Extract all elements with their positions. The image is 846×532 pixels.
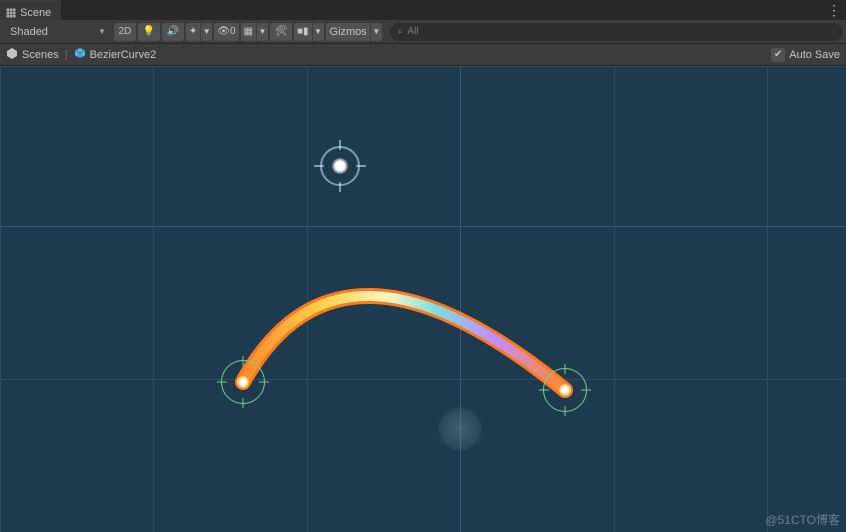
chevron-down-icon: ▼ bbox=[256, 23, 268, 41]
camera-gizmo[interactable] bbox=[438, 407, 482, 451]
prefab-icon bbox=[74, 47, 86, 62]
fx-icon: ✦ bbox=[189, 26, 197, 37]
control-point-start[interactable] bbox=[221, 360, 265, 404]
btn-skybox[interactable]: 👁0 bbox=[214, 23, 238, 41]
search-icon: ⌕ bbox=[398, 26, 404, 37]
lightbulb-icon: 💡 bbox=[143, 26, 155, 37]
camera-icon: ■▮ bbox=[297, 26, 309, 37]
chevron-down-icon: ▼ bbox=[98, 27, 106, 36]
chevron-down-icon: ▼ bbox=[370, 23, 382, 41]
scene-tab-icon bbox=[6, 8, 16, 18]
control-point-end[interactable] bbox=[543, 368, 587, 412]
search-input[interactable]: ⌕ All bbox=[390, 23, 842, 41]
scene-grid bbox=[0, 66, 846, 532]
scene-viewport[interactable]: @51CTO博客 bbox=[0, 66, 846, 532]
render-mode-label: Shaded bbox=[10, 26, 48, 38]
btn-tools[interactable]: 🛠 bbox=[270, 23, 292, 41]
btn-camera[interactable]: ■▮▼ bbox=[294, 23, 324, 41]
gizmos-dropdown[interactable]: Gizmos▼ bbox=[326, 23, 382, 41]
autosave-toggle[interactable]: ✔ Auto Save bbox=[771, 48, 840, 62]
breadcrumb: Scenes | BezierCurve2 ✔ Auto Save bbox=[0, 44, 846, 66]
tab-options-menu[interactable]: ⋮ bbox=[822, 0, 846, 20]
light-gizmo[interactable] bbox=[320, 146, 360, 186]
btn-audio[interactable]: 🔊 bbox=[162, 23, 184, 41]
btn-fx[interactable]: ✦▼ bbox=[186, 23, 212, 41]
skybox-count: 0 bbox=[230, 26, 236, 37]
btn-grid[interactable]: ▦▼ bbox=[241, 23, 268, 41]
breadcrumb-current[interactable]: BezierCurve2 bbox=[90, 49, 157, 61]
checkbox-icon: ✔ bbox=[771, 48, 785, 62]
gizmos-label: Gizmos bbox=[330, 26, 367, 38]
btn-2d[interactable]: 2D bbox=[114, 23, 136, 41]
wrench-icon: 🛠 bbox=[275, 26, 288, 37]
tab-bar: Scene ⋮ bbox=[0, 0, 846, 20]
chevron-down-icon: ▼ bbox=[312, 23, 324, 41]
tab-scene-label: Scene bbox=[20, 7, 51, 19]
search-placeholder: All bbox=[407, 26, 418, 37]
eye-off-icon: 👁 bbox=[217, 26, 230, 37]
tab-scene[interactable]: Scene bbox=[0, 0, 61, 20]
autosave-label: Auto Save bbox=[789, 49, 840, 61]
breadcrumb-root[interactable]: Scenes bbox=[22, 49, 59, 61]
render-mode-dropdown[interactable]: Shaded ▼ bbox=[4, 26, 112, 38]
speaker-icon: 🔊 bbox=[167, 26, 179, 37]
btn-lighting[interactable]: 💡 bbox=[138, 23, 160, 41]
breadcrumb-separator: | bbox=[65, 49, 68, 61]
chevron-down-icon: ▼ bbox=[200, 23, 212, 41]
watermark: @51CTO博客 bbox=[765, 511, 840, 528]
scene-toolbar: Shaded ▼ 2D 💡 🔊 ✦▼ 👁0 ▦▼ 🛠 ■▮▼ Gizmos▼ ⌕… bbox=[0, 20, 846, 44]
unity-logo-icon bbox=[6, 47, 18, 62]
grid-icon: ▦ bbox=[244, 26, 253, 37]
